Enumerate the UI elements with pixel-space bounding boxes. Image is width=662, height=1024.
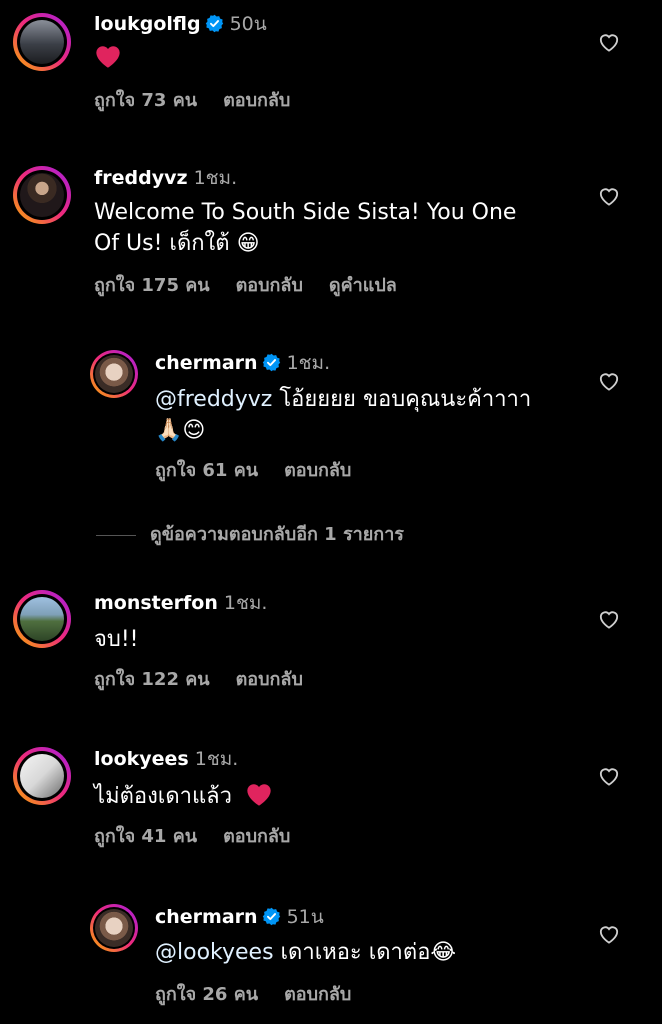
comment-text: ไม่ต้องเดาแล้ว — [94, 780, 273, 812]
comment-header: loukgolflg 50น — [94, 12, 267, 36]
like-heart-icon[interactable] — [598, 924, 620, 944]
like-count[interactable]: ถูกใจ 61 คน — [155, 460, 258, 481]
avatar[interactable] — [90, 350, 138, 398]
like-count[interactable]: ถูกใจ 122 คน — [94, 669, 210, 690]
timestamp: 51น — [286, 906, 324, 928]
comment-actions: ถูกใจ 73 คน ตอบกลับ — [94, 90, 316, 112]
like-count[interactable]: ถูกใจ 73 คน — [94, 90, 197, 111]
like-heart-icon[interactable] — [598, 32, 620, 52]
reply-button[interactable]: ตอบกลับ — [284, 460, 351, 481]
comment-text: จบ!! — [94, 627, 139, 652]
verified-badge-icon — [262, 353, 281, 372]
comment-header: freddyvz 1ชม. — [94, 166, 237, 190]
avatar[interactable] — [13, 590, 71, 648]
comment-text-line: Of Us! เด็กใต้ — [94, 231, 230, 256]
laughing-tears-emoji-icon: 😂 — [430, 940, 457, 965]
like-heart-icon[interactable] — [598, 609, 620, 629]
reply-button[interactable]: ตอบกลับ — [236, 669, 303, 690]
timestamp: 1ชม. — [286, 352, 331, 374]
comment-header: lookyees 1ชม. — [94, 747, 238, 771]
like-heart-icon[interactable] — [598, 371, 620, 391]
comment-actions: ถูกใจ 61 คน ตอบกลับ — [155, 460, 377, 482]
comment-header: chermarn 1ชม. — [155, 351, 330, 375]
like-count[interactable]: ถูกใจ 175 คน — [94, 275, 210, 296]
username[interactable]: monsterfon — [94, 592, 218, 614]
username[interactable]: freddyvz — [94, 167, 188, 189]
comment-text-line: โอ้ยยยย ขอบคุณนะค้าาาา — [272, 387, 532, 412]
comment-text-line: ไม่ต้องเดาแล้ว — [94, 784, 232, 809]
comment-text: @lookyees เดาเหอะ เดาต่อ😂 — [155, 937, 456, 968]
timestamp: 1ชม. — [194, 748, 239, 770]
translate-button[interactable]: ดูคำแปล — [329, 275, 397, 296]
timestamp: 1ชม. — [193, 167, 238, 189]
comment-actions: ถูกใจ 122 คน ตอบกลับ — [94, 669, 329, 691]
avatar[interactable] — [90, 904, 138, 952]
timestamp: 50น — [229, 13, 267, 35]
view-more-replies-button[interactable]: ดูข้อความตอบกลับอีก 1 รายการ — [96, 524, 404, 546]
comment-text — [94, 42, 122, 74]
reply-button[interactable]: ตอบกลับ — [284, 984, 351, 1005]
verified-badge-icon — [205, 14, 224, 33]
red-heart-emoji-icon — [94, 42, 122, 70]
verified-badge-icon — [262, 907, 281, 926]
divider — [96, 534, 136, 536]
reply-button[interactable]: ตอบกลับ — [236, 275, 303, 296]
like-count[interactable]: ถูกใจ 41 คน — [94, 826, 197, 847]
comment-text-line: Welcome To South Side Sista! You One — [94, 200, 517, 225]
avatar[interactable] — [13, 747, 71, 805]
grinning-face-emoji-icon: 😁 — [236, 231, 260, 256]
like-heart-icon[interactable] — [598, 766, 620, 786]
comment-text: @freddyvz โอ้ยยยย ขอบคุณนะค้าาาา 🙏🏻😊 — [155, 384, 531, 446]
red-heart-emoji-icon — [245, 780, 273, 808]
comment-actions: ถูกใจ 26 คน ตอบกลับ — [155, 984, 377, 1006]
like-heart-icon[interactable] — [598, 186, 620, 206]
comment-header: monsterfon 1ชม. — [94, 591, 267, 615]
username[interactable]: lookyees — [94, 748, 189, 770]
username[interactable]: loukgolflg — [94, 13, 201, 35]
reply-button[interactable]: ตอบกลับ — [223, 90, 290, 111]
username[interactable]: chermarn — [155, 352, 258, 374]
avatar[interactable] — [13, 166, 71, 224]
timestamp: 1ชม. — [223, 592, 268, 614]
reply-button[interactable]: ตอบกลับ — [223, 826, 290, 847]
folded-hands-emoji-icon: 🙏🏻 — [155, 418, 183, 443]
comment-text: Welcome To South Side Sista! You One Of … — [94, 197, 516, 259]
avatar[interactable] — [13, 13, 71, 71]
username[interactable]: chermarn — [155, 906, 258, 928]
mention-link[interactable]: @freddyvz — [155, 387, 272, 412]
comment-text-line: เดาเหอะ เดาต่อ — [273, 940, 431, 965]
view-more-replies-label: ดูข้อความตอบกลับอีก 1 รายการ — [150, 524, 404, 545]
comment-actions: ถูกใจ 41 คน ตอบกลับ — [94, 826, 316, 848]
smiling-face-emoji-icon: 😊 — [182, 418, 206, 443]
comment-actions: ถูกใจ 175 คน ตอบกลับ ดูคำแปล — [94, 275, 423, 297]
like-count[interactable]: ถูกใจ 26 คน — [155, 984, 258, 1005]
mention-link[interactable]: @lookyees — [155, 940, 274, 965]
comment-header: chermarn 51น — [155, 905, 324, 929]
